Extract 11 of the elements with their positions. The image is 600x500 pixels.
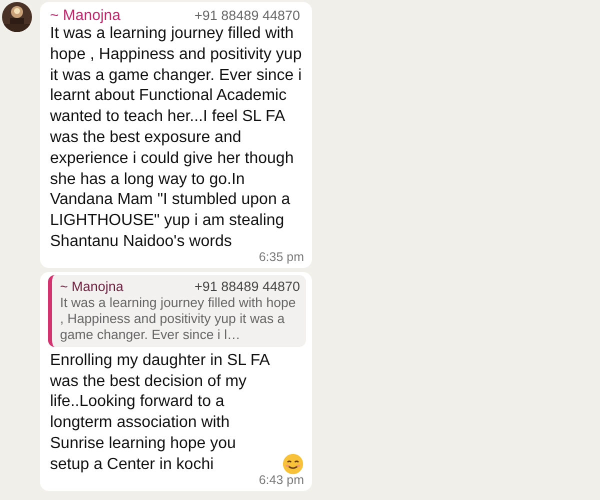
phone-number: +91 88489 44870	[194, 8, 300, 23]
sender-name: ~ Manojna	[50, 7, 120, 24]
message-text: Enrolling my daughter in SL FA was the best decision of my life..Looking forward to a longterm association with Sunrise learning hope you setup a Center in kochi	[50, 350, 271, 475]
message-time: 6:35 pm	[258, 250, 305, 264]
message-text: It was a learning journey filled with hope , Happiness and positivity yup it was a game changer. Ever since i learnt about Functional Academic wanted to teach her...I feel SL FA was the best exposure and experience i could give her though she has a long way to go.In Vandana Mam "I stumbled upon a LIGHTHOUSE" yup i am stealing Shantanu Naidoo's words	[50, 25, 302, 250]
phone-number: +91 88489 44870	[194, 278, 300, 294]
quoted-message[interactable]: ~ Manojna +91 88489 44870 It was a learning journey filled with hope , Happiness and positivity yup it was a game changer. Ever since i l…	[48, 274, 306, 347]
quoted-text: It was a learning journey filled with hope , Happiness and positivity yup it was a game changer. Ever since i l…	[60, 294, 297, 343]
sender-name: ~ Manojna	[60, 278, 124, 294]
smiling-face-icon	[282, 452, 304, 475]
message-time: 6:43 pm	[258, 472, 305, 487]
